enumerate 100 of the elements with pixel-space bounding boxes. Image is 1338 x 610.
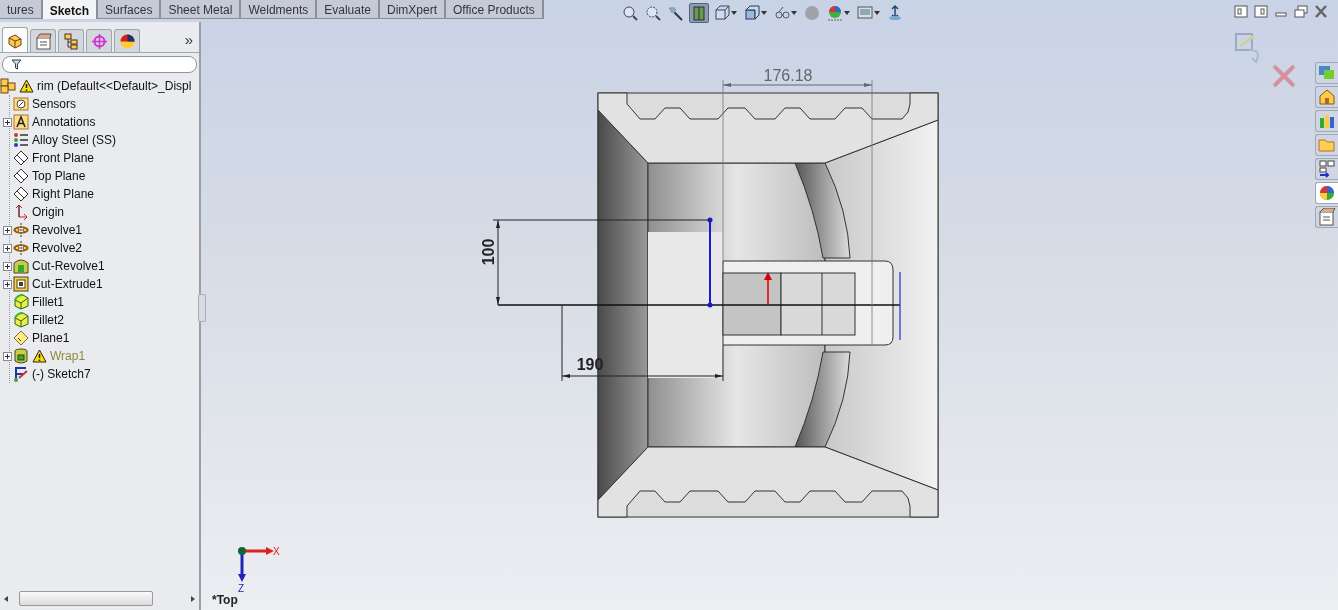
- tree-item[interactable]: Fillet1: [32, 295, 64, 309]
- tree-item[interactable]: Front Plane: [32, 151, 95, 165]
- ribbon-tab[interactable]: tures: [0, 0, 41, 18]
- ribbon-tab[interactable]: Evaluate: [317, 0, 378, 18]
- expand-icon[interactable]: [3, 279, 12, 289]
- magnifier-icon: [621, 5, 638, 21]
- tree-item[interactable]: (-) Sketch7: [32, 367, 91, 381]
- mark-line: [899, 271, 901, 341]
- panel-tab[interactable]: [2, 27, 28, 52]
- dimension-line[interactable]: [492, 219, 711, 306]
- tile-icon[interactable]: [1254, 5, 1268, 18]
- configuration-icon: [62, 32, 80, 50]
- plane-icon: [13, 150, 29, 166]
- expand-icon[interactable]: [3, 243, 12, 253]
- more-tabs-button[interactable]: »: [184, 31, 193, 48]
- warning-icon: [19, 79, 34, 93]
- crosshair-icon: [90, 32, 108, 50]
- cut-revolve-icon: [13, 258, 29, 274]
- fillet-icon: [13, 312, 29, 328]
- tree-item[interactable]: Revolve2: [32, 241, 83, 255]
- task-pane-tab[interactable]: [1315, 182, 1338, 204]
- axis-icon: [886, 5, 903, 21]
- revolve-icon: [13, 222, 29, 238]
- tree-item[interactable]: Alloy Steel (SS): [32, 133, 117, 147]
- ribbon-tab[interactable]: Office Products: [446, 0, 542, 18]
- resources-icon: [1318, 64, 1336, 82]
- toolbox-icon: [1318, 112, 1336, 130]
- tree-item[interactable]: Origin: [32, 205, 64, 219]
- folder-icon: [1318, 136, 1336, 154]
- close-icon[interactable]: [1314, 5, 1328, 18]
- restore-icon[interactable]: [1294, 5, 1308, 18]
- axis-label: X: [273, 546, 280, 557]
- ribbon-tab[interactable]: Sheet Metal: [161, 0, 240, 18]
- plane-icon: [13, 168, 29, 184]
- panel-tab[interactable]: [114, 29, 140, 52]
- collapse-handle[interactable]: [198, 294, 206, 322]
- caret-icon[interactable]: [730, 11, 737, 15]
- tree-item[interactable]: Cut-Revolve1: [32, 259, 105, 273]
- color-ball-icon: [118, 32, 136, 50]
- dimension-line[interactable]: [722, 79, 873, 346]
- tree-item[interactable]: Fillet2: [32, 313, 64, 327]
- sketch-line[interactable]: [707, 217, 713, 308]
- sketch-icon: [13, 366, 29, 382]
- section-view-button[interactable]: [688, 3, 709, 23]
- gauge-icon: [13, 96, 29, 112]
- tree-item[interactable]: Cut-Extrude1: [32, 277, 103, 291]
- section-icon: [690, 5, 707, 21]
- direction-arrow: [764, 272, 772, 306]
- caret-icon[interactable]: [760, 11, 767, 15]
- cut-extrude-icon: [13, 276, 29, 292]
- monitor-icon: [856, 5, 873, 21]
- caret-icon[interactable]: [843, 11, 850, 15]
- scroll-right-icon[interactable]: [189, 594, 197, 603]
- plane-icon: [13, 330, 29, 346]
- properties-icon: [1318, 208, 1336, 226]
- tree-item[interactable]: Sensors: [32, 97, 77, 111]
- tree-item[interactable]: rim (Default<<Default>_Displ: [37, 79, 192, 93]
- color-ball-icon: [826, 5, 843, 21]
- ribbon-tab[interactable]: Sketch: [42, 0, 97, 19]
- tile-icon[interactable]: [1234, 5, 1248, 18]
- origin-icon: [13, 204, 29, 220]
- expand-icon[interactable]: [3, 351, 12, 361]
- task-pane-tab[interactable]: [1315, 206, 1338, 228]
- task-pane-tab[interactable]: [1315, 110, 1338, 132]
- fillet-icon: [13, 294, 29, 310]
- dimension-value[interactable]: 176.18: [763, 67, 813, 84]
- tree-item[interactable]: Right Plane: [32, 187, 95, 201]
- expand-icon[interactable]: [3, 261, 12, 271]
- expand-icon[interactable]: [3, 117, 12, 127]
- filter-field[interactable]: [2, 56, 197, 73]
- scroll-left-icon[interactable]: [2, 594, 10, 603]
- revolve-icon: [13, 240, 29, 256]
- ribbon-tab[interactable]: Surfaces: [98, 0, 160, 18]
- view-orientation-label: *Top: [212, 593, 238, 607]
- pointer-icon: [667, 5, 684, 21]
- property-sheet-icon: [34, 32, 52, 50]
- dimension-value[interactable]: 100: [480, 238, 497, 266]
- caret-icon[interactable]: [790, 11, 797, 15]
- expand-icon[interactable]: [3, 225, 12, 235]
- tree-item[interactable]: Annotations: [32, 115, 96, 129]
- warning-icon: [32, 349, 47, 363]
- ribbon-tab[interactable]: Weldments: [241, 0, 316, 18]
- filter-icon: [11, 59, 22, 70]
- letter-a-icon: [13, 114, 29, 130]
- panel-tab[interactable]: [30, 29, 56, 52]
- caret-icon[interactable]: [873, 11, 880, 15]
- color-ball-icon: [1318, 184, 1336, 202]
- glasses-icon: [773, 5, 790, 21]
- tree-item[interactable]: Revolve1: [32, 223, 83, 237]
- task-pane-tab[interactable]: [1315, 158, 1338, 180]
- circle-icon: [803, 5, 820, 21]
- triad-icon: [238, 547, 274, 582]
- plane-icon: [13, 186, 29, 202]
- ribbon-tab[interactable]: DimXpert: [379, 0, 444, 18]
- tree-item[interactable]: Plane1: [32, 331, 70, 345]
- scrollbar-thumb[interactable]: [19, 591, 153, 606]
- panel-tab[interactable]: [58, 29, 84, 52]
- tree-item[interactable]: Top Plane: [32, 169, 86, 183]
- dimension-line[interactable]: [561, 304, 724, 382]
- magnifier-icon: [644, 5, 661, 21]
